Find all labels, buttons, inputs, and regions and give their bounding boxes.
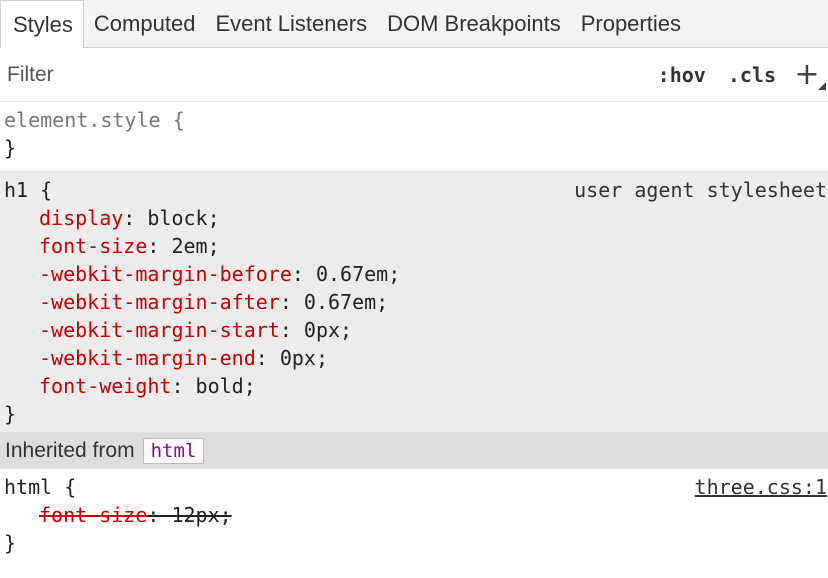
colon: : bbox=[279, 318, 304, 342]
property-value: 2em; bbox=[171, 234, 220, 258]
tab-computed[interactable]: Computed bbox=[84, 0, 206, 47]
new-style-rule-button[interactable]: + bbox=[792, 57, 826, 92]
property-value[interactable]: 12px; bbox=[171, 503, 231, 527]
property-value: 0.67em; bbox=[303, 290, 389, 314]
property-value: 0px; bbox=[279, 346, 329, 370]
filter-input[interactable] bbox=[5, 61, 636, 88]
property-name: -webkit-margin-before bbox=[39, 262, 292, 286]
property-value: bold; bbox=[195, 374, 256, 398]
hov-toggle-button[interactable]: :hov bbox=[658, 63, 706, 87]
property-value: 0px; bbox=[303, 318, 353, 342]
colon: : bbox=[147, 234, 172, 258]
colon: : bbox=[147, 503, 172, 527]
source-link[interactable]: three.css:1 bbox=[695, 473, 827, 501]
element-style-close-brace: } bbox=[4, 136, 17, 160]
colon: : bbox=[279, 290, 304, 314]
inherited-from-label: Inherited from bbox=[5, 439, 135, 462]
property-value: block; bbox=[147, 206, 220, 230]
declaration-row: font-size: 2em; bbox=[4, 232, 828, 260]
panel-tabs: Styles Computed Event Listeners DOM Brea… bbox=[0, 0, 828, 48]
colon: : bbox=[291, 262, 316, 286]
html-rule-close-brace: } bbox=[4, 531, 17, 555]
property-name: -webkit-margin-end bbox=[39, 346, 256, 370]
declaration-row: -webkit-margin-before: 0.67em; bbox=[4, 260, 828, 288]
filter-bar: :hov .cls + bbox=[0, 48, 828, 102]
colon: : bbox=[123, 206, 148, 230]
tab-dom-breakpoints[interactable]: DOM Breakpoints bbox=[377, 0, 571, 47]
ua-rule-close-brace: } bbox=[4, 402, 17, 426]
tab-styles[interactable]: Styles bbox=[0, 0, 84, 48]
property-name[interactable]: font-size bbox=[39, 503, 147, 527]
property-name: font-weight bbox=[39, 374, 172, 398]
declaration-row: -webkit-margin-after: 0.67em; bbox=[4, 288, 828, 316]
declaration-row: font-weight: bold; bbox=[4, 372, 828, 400]
ua-stylesheet-rule: h1 { user agent stylesheet display: bloc… bbox=[0, 172, 828, 433]
property-name: display bbox=[39, 206, 124, 230]
ua-rule-source: user agent stylesheet bbox=[574, 178, 827, 202]
element-style-rule[interactable]: element.style { } bbox=[0, 102, 828, 172]
declaration-row: display: block; bbox=[4, 204, 828, 232]
declaration-row: -webkit-margin-end: 0px; bbox=[4, 344, 828, 372]
corner-triangle-icon bbox=[818, 81, 826, 90]
html-rule[interactable]: html { three.css:1 font-size: 12px; } bbox=[0, 469, 828, 561]
declaration-row: -webkit-margin-start: 0px; bbox=[4, 316, 828, 344]
property-name: -webkit-margin-after bbox=[39, 290, 280, 314]
declaration-row-overridden[interactable]: font-size: 12px; bbox=[4, 501, 828, 529]
cls-toggle-button[interactable]: .cls bbox=[728, 63, 776, 87]
property-name: font-size bbox=[39, 234, 148, 258]
colon: : bbox=[171, 374, 196, 398]
element-style-selector[interactable]: element.style { bbox=[4, 106, 828, 134]
inherited-element-tag[interactable]: html bbox=[142, 438, 205, 464]
property-value: 0.67em; bbox=[315, 262, 401, 286]
plus-icon: + bbox=[794, 57, 820, 92]
colon: : bbox=[255, 346, 280, 370]
tab-event-listeners[interactable]: Event Listeners bbox=[205, 0, 377, 47]
property-name: -webkit-margin-start bbox=[39, 318, 280, 342]
inherited-from-header: Inherited from html bbox=[0, 433, 828, 469]
tab-properties[interactable]: Properties bbox=[571, 0, 691, 47]
